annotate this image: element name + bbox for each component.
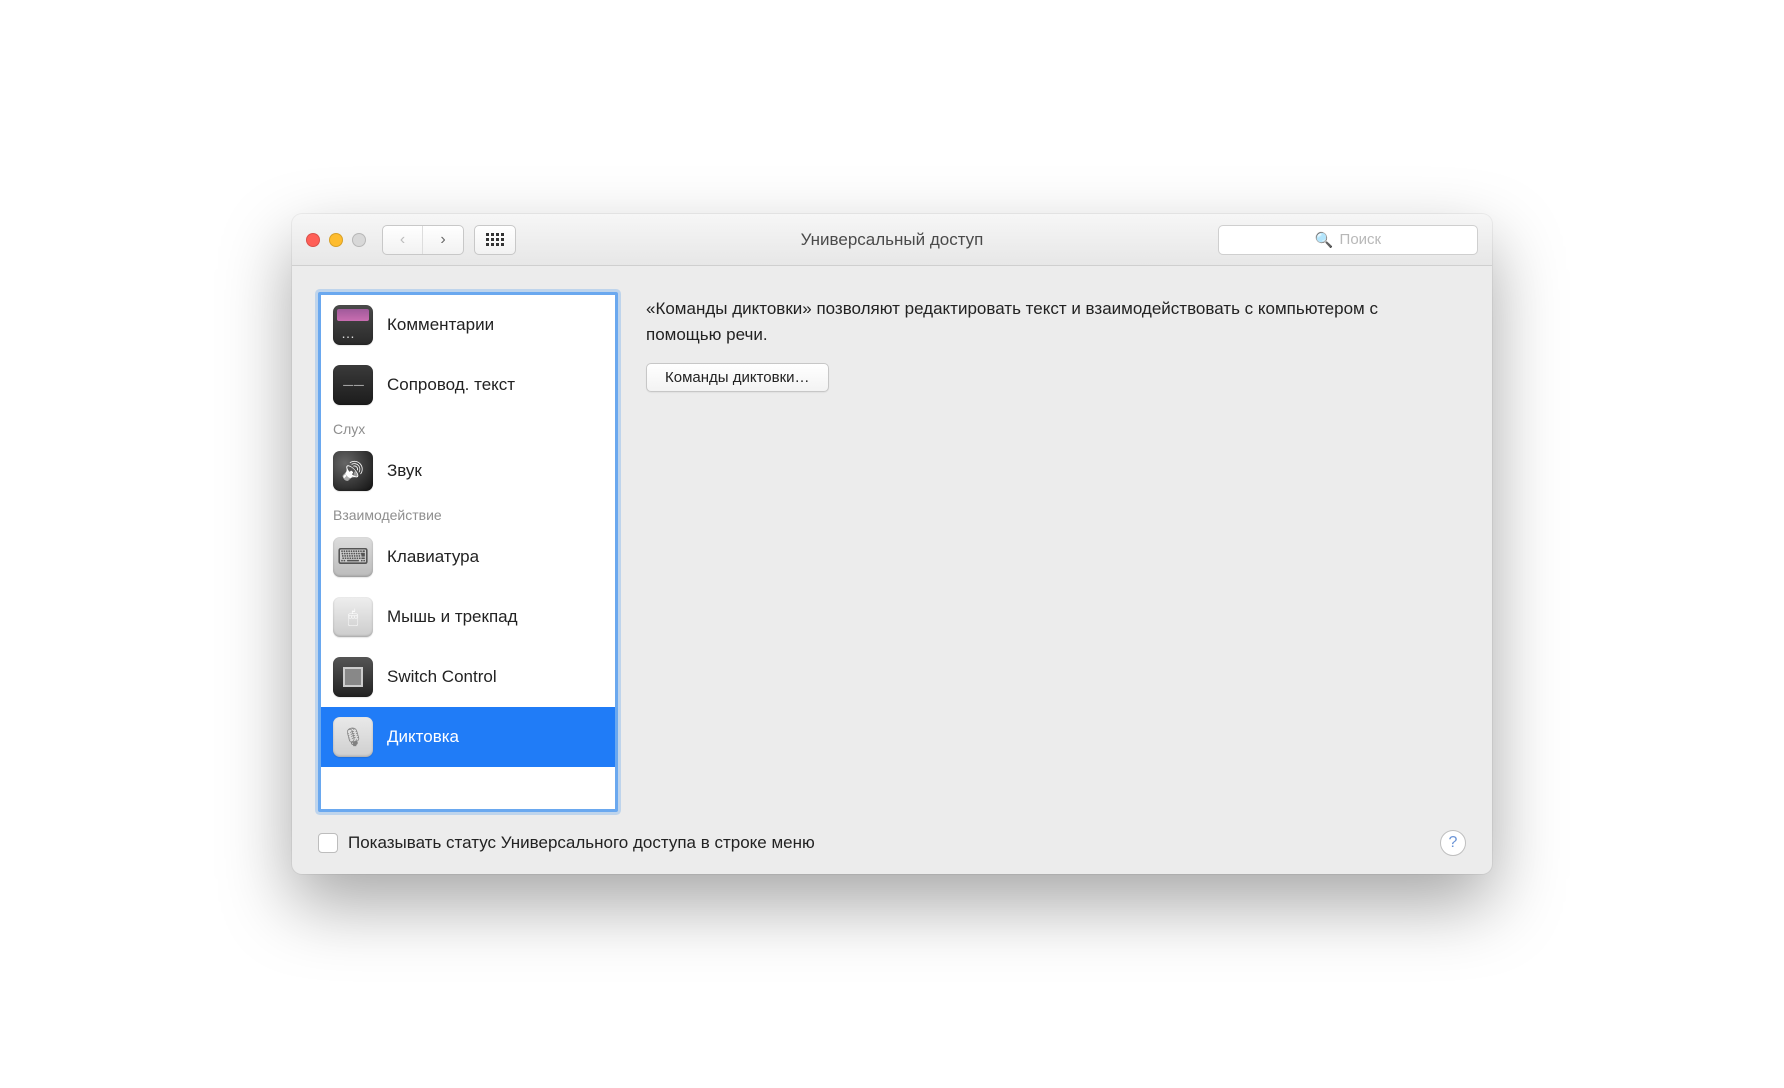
dictation-description: «Команды диктовки» позволяют редактирова… xyxy=(646,296,1456,347)
forward-button[interactable]: › xyxy=(423,226,463,254)
preferences-window: ‹ › Универсальный доступ 🔍 Поиск Комме xyxy=(292,214,1492,874)
sidebar-item-label: Звук xyxy=(387,461,422,481)
show-status-label: Показывать статус Универсального доступа… xyxy=(348,833,815,853)
sidebar-item-switch-control[interactable]: Switch Control xyxy=(321,647,615,707)
sidebar-item-label: Диктовка xyxy=(387,727,459,747)
zoom-icon[interactable] xyxy=(352,233,366,247)
sidebar-item-label: Switch Control xyxy=(387,667,497,687)
sidebar-item-dictation[interactable]: Диктовка xyxy=(321,707,615,767)
detail-pane: «Команды диктовки» позволяют редактирова… xyxy=(636,292,1466,812)
section-interaction: Взаимодействие xyxy=(321,501,615,527)
sidebar-item-keyboard[interactable]: Клавиатура xyxy=(321,527,615,587)
close-icon[interactable] xyxy=(306,233,320,247)
sidebar-item-label: Комментарии xyxy=(387,315,494,335)
search-icon: 🔍 xyxy=(1315,231,1334,249)
microphone-icon xyxy=(333,717,373,757)
content-area: Комментарии Сопровод. текст Слух Звук Вз… xyxy=(292,266,1492,874)
sound-icon xyxy=(333,451,373,491)
minimize-icon[interactable] xyxy=(329,233,343,247)
grid-icon xyxy=(486,233,504,246)
nav-segment: ‹ › xyxy=(382,225,464,255)
help-icon: ? xyxy=(1449,834,1458,852)
dictation-commands-button[interactable]: Команды диктовки… xyxy=(646,363,829,392)
sidebar-item-captions[interactable]: Сопровод. текст xyxy=(321,355,615,415)
switch-control-icon xyxy=(333,657,373,697)
sidebar-item-mouse[interactable]: Мышь и трекпад xyxy=(321,587,615,647)
keyboard-icon xyxy=(333,537,373,577)
show-all-button[interactable] xyxy=(474,225,516,255)
mouse-icon xyxy=(333,597,373,637)
sidebar-item-label: Мышь и трекпад xyxy=(387,607,518,627)
section-hearing: Слух xyxy=(321,415,615,441)
sidebar-item-label: Клавиатура xyxy=(387,547,479,567)
show-status-checkbox[interactable] xyxy=(318,833,338,853)
window-title: Универсальный доступ xyxy=(801,230,984,250)
back-button[interactable]: ‹ xyxy=(383,226,423,254)
sidebar-item-label: Сопровод. текст xyxy=(387,375,515,395)
captions-icon xyxy=(333,365,373,405)
titlebar: ‹ › Универсальный доступ 🔍 Поиск xyxy=(292,214,1492,266)
search-placeholder: Поиск xyxy=(1340,231,1382,248)
sidebar-item-sound[interactable]: Звук xyxy=(321,441,615,501)
sidebar: Комментарии Сопровод. текст Слух Звук Вз… xyxy=(318,292,618,812)
window-controls xyxy=(306,233,366,247)
chevron-left-icon: ‹ xyxy=(400,231,405,249)
help-button[interactable]: ? xyxy=(1440,830,1466,856)
chevron-right-icon: › xyxy=(440,231,445,249)
footer: Показывать статус Универсального доступа… xyxy=(318,830,1466,856)
comments-icon xyxy=(333,305,373,345)
search-field[interactable]: 🔍 Поиск xyxy=(1218,225,1478,255)
sidebar-item-comments[interactable]: Комментарии xyxy=(321,295,615,355)
